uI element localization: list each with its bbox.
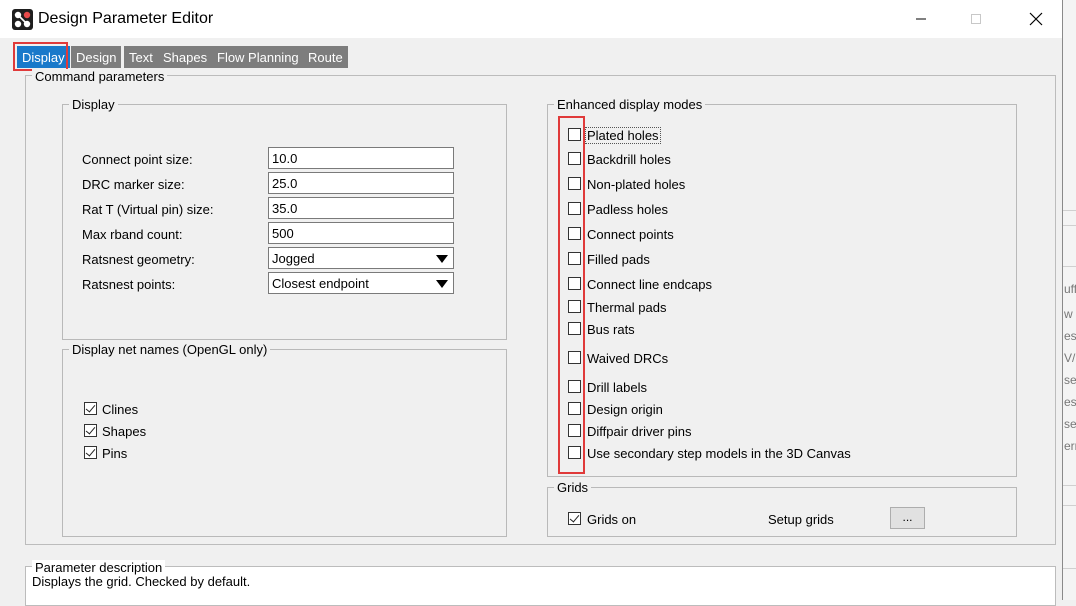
diffpair-driver-pins-label: Diffpair driver pins [587, 424, 692, 439]
backdrill-holes-label: Backdrill holes [587, 152, 671, 167]
design-origin-label: Design origin [587, 402, 663, 417]
plated-holes-label: Plated holes [585, 127, 661, 144]
tab-flow-planning[interactable]: Flow Planning [212, 46, 304, 68]
pins-checkbox[interactable] [84, 446, 97, 459]
app-icon [12, 9, 33, 30]
minimize-button[interactable] [898, 0, 944, 38]
ratsnest-points-value: Closest endpoint [272, 276, 369, 291]
tab-shapes[interactable]: Shapes [158, 46, 213, 68]
background-text: es [1064, 395, 1076, 409]
ratsnest-points-label: Ratsnest points: [82, 277, 176, 292]
window-title: Design Parameter Editor [38, 10, 214, 27]
pins-label: Pins [102, 446, 128, 461]
rat-t-size-label: Rat T (Virtual pin) size: [82, 202, 214, 217]
connect-point-size-label: Connect point size: [82, 152, 193, 167]
parameter-description-text: Displays the grid. Checked by default. [32, 574, 251, 589]
thermal-pads-label: Thermal pads [587, 300, 667, 315]
grids-group-label: Grids [554, 480, 592, 495]
background-text: se [1064, 417, 1076, 431]
shapes-checkbox[interactable] [84, 424, 97, 437]
filled-pads-label: Filled pads [587, 252, 650, 267]
shapes-label: Shapes [102, 424, 147, 439]
background-text: ern [1064, 439, 1076, 453]
non-plated-holes-label: Non-plated holes [587, 177, 686, 192]
tab-route[interactable]: Route [303, 46, 348, 68]
grids-on-checkbox[interactable] [568, 512, 581, 525]
parameter-description-label: Parameter description [32, 560, 166, 575]
drc-marker-size-label: DRC marker size: [82, 177, 185, 192]
background-text: w [1064, 307, 1073, 321]
ratsnest-geometry-label: Ratsnest geometry: [82, 252, 195, 267]
title-bar: Design Parameter Editor [0, 0, 1062, 38]
rat-t-size-input[interactable]: 35.0 [268, 197, 454, 219]
close-button[interactable] [1013, 0, 1059, 38]
maximize-button[interactable] [953, 0, 999, 38]
setup-grids-label: Setup grids [768, 512, 834, 527]
minimize-icon [916, 18, 926, 20]
background-window-edge: uff w es V/C se es se ern [1062, 0, 1076, 600]
drill-labels-label: Drill labels [587, 380, 647, 395]
drc-marker-size-input[interactable]: 25.0 [268, 172, 454, 194]
net-names-group [62, 349, 507, 537]
background-text: V/C [1064, 351, 1076, 365]
maximize-icon [971, 14, 981, 24]
connect-point-size-input[interactable]: 10.0 [268, 147, 454, 169]
max-rband-count-input[interactable]: 500 [268, 222, 454, 244]
waived-drcs-label: Waived DRCs [587, 351, 669, 366]
design-parameter-editor-window: Design Parameter Editor Display Design T… [0, 0, 1063, 606]
tab-highlight-box [13, 42, 68, 71]
tab-design[interactable]: Design [71, 46, 122, 68]
background-text: se [1064, 373, 1076, 387]
enhanced-display-modes-label: Enhanced display modes [554, 97, 706, 112]
clines-label: Clines [102, 402, 139, 417]
net-names-group-label: Display net names (OpenGL only) [69, 342, 271, 357]
ratsnest-geometry-value: Jogged [272, 251, 315, 266]
bus-rats-label: Bus rats [587, 322, 635, 337]
close-icon [1029, 12, 1043, 26]
grids-on-label: Grids on [587, 512, 637, 527]
background-text: uff [1064, 282, 1076, 296]
tab-text[interactable]: Text [124, 46, 158, 68]
command-parameters-label: Command parameters [32, 69, 168, 84]
checkbox-highlight-box [558, 116, 585, 474]
padless-holes-label: Padless holes [587, 202, 668, 217]
connect-points-label: Connect points [587, 227, 674, 242]
secondary-step-models-label: Use secondary step models in the 3D Canv… [587, 446, 851, 461]
ratsnest-geometry-select[interactable]: Jogged [268, 247, 454, 269]
clines-checkbox[interactable] [84, 402, 97, 415]
display-group-label: Display [69, 97, 118, 112]
chevron-down-icon [436, 255, 448, 263]
max-rband-count-label: Max rband count: [82, 227, 183, 242]
ratsnest-points-select[interactable]: Closest endpoint [268, 272, 454, 294]
background-text: es [1064, 329, 1076, 343]
connect-line-endcaps-label: Connect line endcaps [587, 277, 713, 292]
setup-grids-button[interactable]: ... [890, 507, 925, 529]
chevron-down-icon [436, 280, 448, 288]
